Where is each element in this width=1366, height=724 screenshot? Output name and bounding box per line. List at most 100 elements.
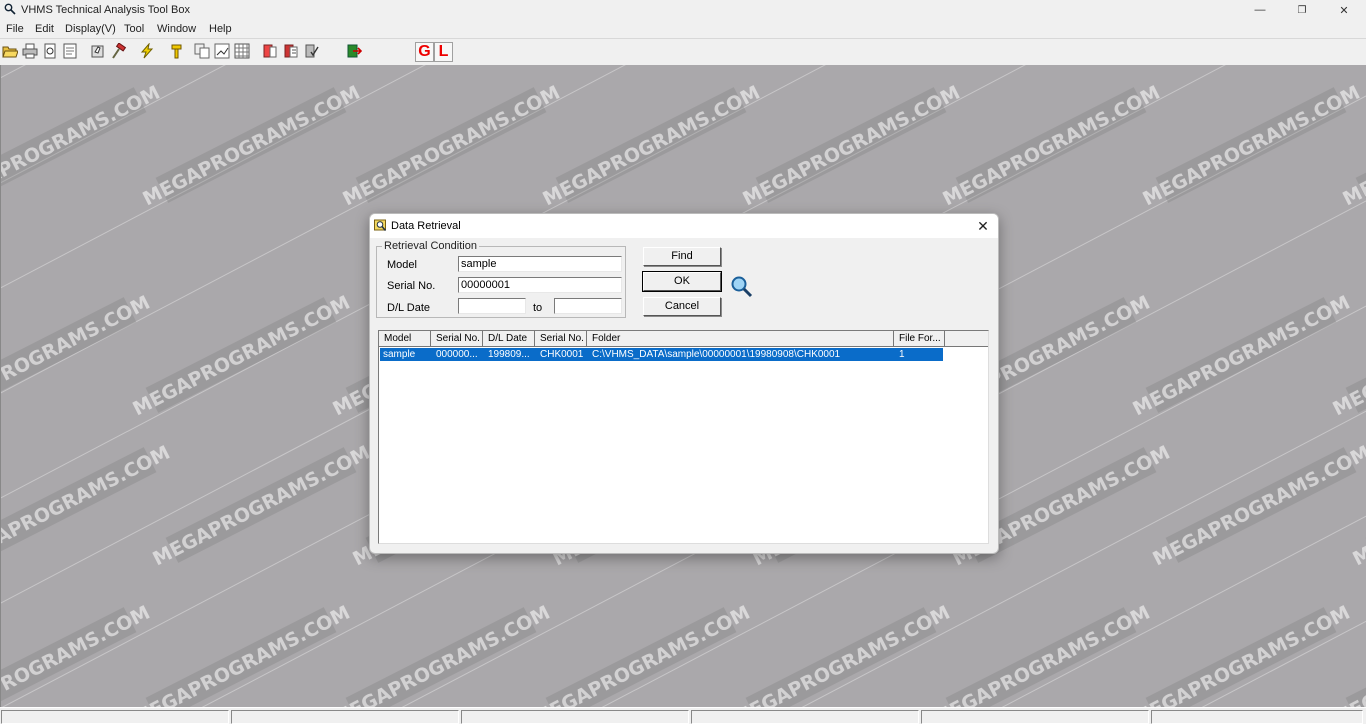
svg-text:MEGAPROGRAMS.COM: MEGAPROGRAMS.COM (149, 441, 373, 570)
svg-text:MEGAPROGRAMS.COM: MEGAPROGRAMS.COM (1339, 81, 1366, 210)
watermark: MEGAPROGRAMS.COM (1347, 438, 1366, 572)
status-pane-4 (691, 710, 919, 724)
svg-text:MEGAPROGRAMS.COM: MEGAPROGRAMS.COM (1149, 441, 1366, 570)
svg-text:MEGAPROGRAMS.COM: MEGAPROGRAMS.COM (1, 441, 174, 570)
to-label: to (533, 302, 542, 314)
watermark: MEGAPROGRAMS.COM (1327, 598, 1366, 708)
watermark: MEGAPROGRAMS.COM (327, 598, 554, 708)
g-button[interactable]: G (415, 42, 434, 62)
col-header-serial-no-2[interactable]: Serial No. (535, 331, 587, 347)
col-header-dl-date[interactable]: D/L Date (483, 331, 535, 347)
svg-text:MEGAPROGRAMS.COM: MEGAPROGRAMS.COM (1129, 291, 1353, 420)
status-pane-6 (1151, 710, 1363, 724)
status-bar (0, 707, 1366, 724)
dl-date-label: D/L Date (387, 302, 430, 314)
watermark: MEGAPROGRAMS.COM (1, 598, 155, 708)
col-header-file-for[interactable]: File For... (894, 331, 945, 347)
open-icon[interactable] (1, 42, 19, 60)
dl-date-to-input[interactable] (554, 298, 622, 314)
watermark: MEGAPROGRAMS.COM (337, 78, 564, 212)
menu-bar: File Edit Display(V) Tool Window Help (0, 20, 1366, 38)
print-icon[interactable] (21, 42, 39, 60)
model-input[interactable]: sample (458, 256, 622, 272)
cell-file-for: 1 (895, 348, 943, 361)
watermark: MEGAPROGRAMS.COM (937, 78, 1164, 212)
print-preview-icon[interactable] (41, 42, 59, 60)
menu-help[interactable]: Help (209, 23, 232, 35)
svg-text:MEGAPROGRAMS.COM: MEGAPROGRAMS.COM (929, 601, 1153, 708)
watermark: MEGAPROGRAMS.COM (1127, 288, 1354, 422)
dl-date-from-input[interactable] (458, 298, 526, 314)
results-list-header: Model Serial No. D/L Date Serial No. Fol… (379, 331, 989, 347)
watermark: MEGAPROGRAMS.COM (127, 288, 354, 422)
svg-text:MEGAPROGRAMS.COM: MEGAPROGRAMS.COM (1, 601, 154, 708)
svg-text:MEGAPROGRAMS.COM: MEGAPROGRAMS.COM (739, 81, 963, 210)
dialog-close-button[interactable]: ✕ (972, 216, 994, 236)
svg-text:MEGAPROGRAMS.COM: MEGAPROGRAMS.COM (1349, 441, 1366, 570)
menu-tool[interactable]: Tool (124, 23, 144, 35)
col-header-folder[interactable]: Folder (587, 331, 894, 347)
svg-text:MEGAPROGRAMS.COM: MEGAPROGRAMS.COM (129, 291, 353, 420)
results-list[interactable]: Model Serial No. D/L Date Serial No. Fol… (378, 330, 989, 544)
book-list-icon[interactable] (282, 42, 300, 60)
ok-button[interactable]: OK (643, 272, 721, 291)
l-button[interactable]: L (434, 42, 453, 62)
watermark: MEGAPROGRAMS.COM (147, 438, 374, 572)
col-header-serial-no[interactable]: Serial No. (431, 331, 483, 347)
watermark: MEGAPROGRAMS.COM (1, 78, 165, 212)
svg-text:MEGAPROGRAMS.COM: MEGAPROGRAMS.COM (139, 81, 363, 210)
search-folder-icon (374, 219, 387, 232)
menu-window[interactable]: Window (157, 23, 196, 35)
table-row[interactable]: sample 000000... 199809... CHK0001 C:\VH… (380, 348, 943, 361)
status-pane-1 (1, 710, 229, 724)
cancel-button[interactable]: Cancel (643, 297, 721, 316)
watermark: MEGAPROGRAMS.COM (137, 78, 364, 212)
svg-text:MEGAPROGRAMS.COM: MEGAPROGRAMS.COM (539, 81, 763, 210)
book-icon[interactable] (261, 42, 279, 60)
serial-no-input[interactable]: 00000001 (458, 277, 622, 293)
copy-icon[interactable] (193, 42, 211, 60)
book-check-icon[interactable] (303, 42, 321, 60)
cell-serial-no-2: CHK0001 (536, 348, 588, 361)
col-header-model[interactable]: Model (379, 331, 431, 347)
hand-tool-icon[interactable] (89, 42, 107, 60)
watermark: MEGAPROGRAMS.COM (1137, 78, 1364, 212)
close-button[interactable]: ✕ (1324, 0, 1364, 20)
watermark: MEGAPROGRAMS.COM (1337, 78, 1366, 212)
exit-icon[interactable] (345, 42, 363, 60)
svg-text:MEGAPROGRAMS.COM: MEGAPROGRAMS.COM (1129, 601, 1353, 708)
hammer-yellow-icon[interactable] (166, 42, 184, 60)
report-icon[interactable] (61, 42, 79, 60)
status-pane-2 (231, 710, 459, 724)
cell-dl-date: 199809... (484, 348, 536, 361)
grid-icon[interactable] (233, 42, 251, 60)
status-pane-3 (461, 710, 689, 724)
magnifier-icon (730, 275, 754, 299)
watermark: MEGAPROGRAMS.COM (927, 598, 1154, 708)
dialog-title: Data Retrieval (391, 220, 461, 232)
svg-text:MEGAPROGRAMS.COM: MEGAPROGRAMS.COM (1, 291, 154, 420)
menu-edit[interactable]: Edit (35, 23, 54, 35)
menu-file[interactable]: File (6, 23, 24, 35)
chart-icon[interactable] (213, 42, 231, 60)
minimize-button[interactable]: — (1240, 0, 1280, 20)
watermark: MEGAPROGRAMS.COM (1147, 438, 1366, 572)
svg-text:MEGAPROGRAMS.COM: MEGAPROGRAMS.COM (729, 601, 953, 708)
restore-button[interactable]: ❐ (1282, 0, 1322, 20)
data-retrieval-dialog: Data Retrieval ✕ Retrieval Condition Mod… (369, 213, 999, 554)
lightning-icon[interactable] (138, 42, 156, 60)
watermark: MEGAPROGRAMS.COM (127, 598, 354, 708)
watermark: MEGAPROGRAMS.COM (1127, 598, 1354, 708)
hammer-icon[interactable] (110, 42, 128, 60)
find-button[interactable]: Find (643, 247, 721, 266)
svg-text:MEGAPROGRAMS.COM: MEGAPROGRAMS.COM (1, 81, 164, 210)
watermark: MEGAPROGRAMS.COM (527, 598, 754, 708)
svg-text:MEGAPROGRAMS.COM: MEGAPROGRAMS.COM (329, 601, 553, 708)
status-pane-5 (921, 710, 1149, 724)
menu-display[interactable]: Display(V) (65, 23, 116, 35)
svg-text:MEGAPROGRAMS.COM: MEGAPROGRAMS.COM (1329, 601, 1366, 708)
svg-text:MEGAPROGRAMS.COM: MEGAPROGRAMS.COM (529, 601, 753, 708)
cell-serial-no: 000000... (432, 348, 484, 361)
magnifier-app-icon (4, 3, 16, 15)
watermark: MEGAPROGRAMS.COM (1327, 288, 1366, 422)
